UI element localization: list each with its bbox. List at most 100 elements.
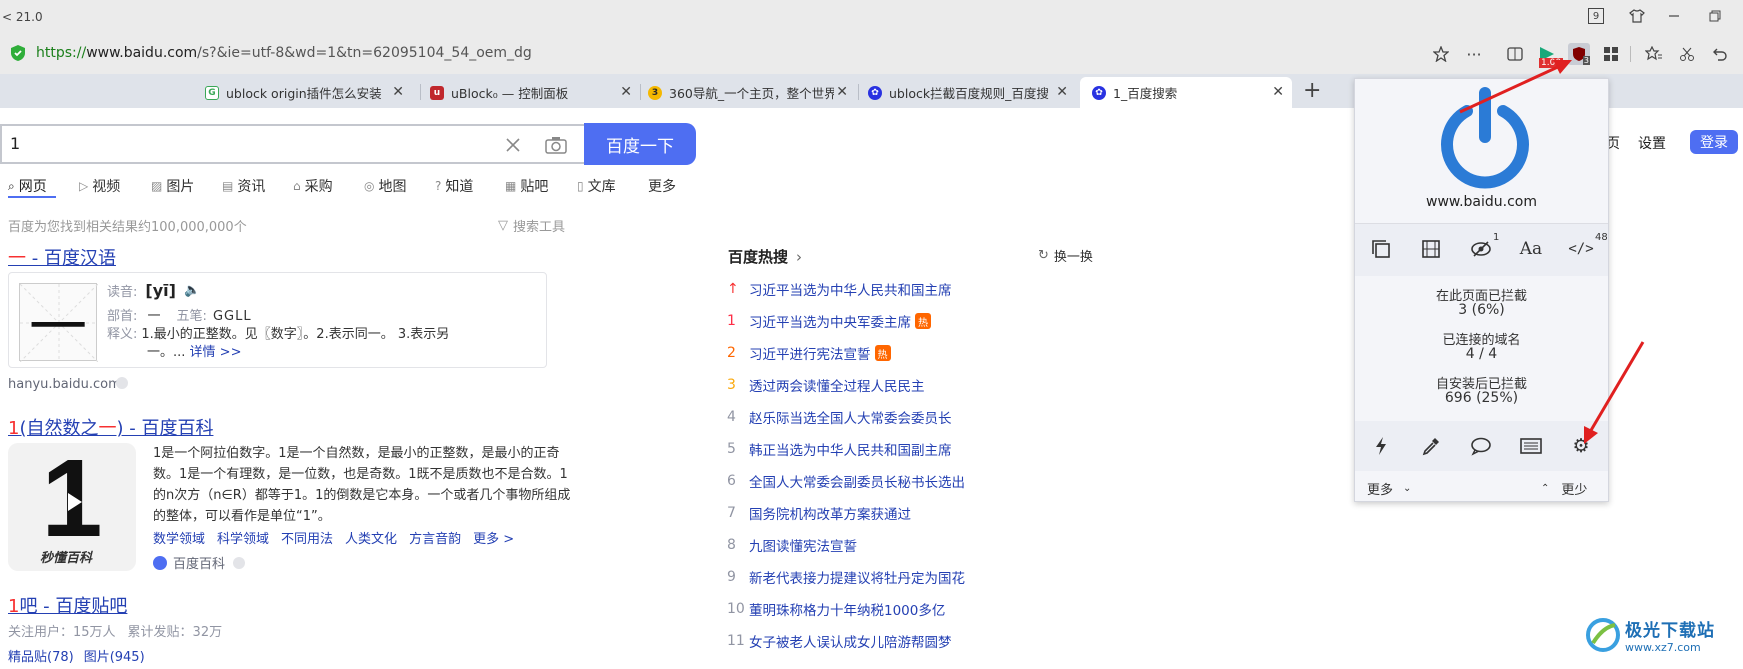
refresh-button[interactable]: ↻ 换一换 (1038, 246, 1093, 265)
scissors-icon[interactable] (1676, 43, 1698, 65)
baike-more-link[interactable]: 更多 > (473, 532, 514, 547)
video-icon: ▷ (79, 179, 89, 193)
address-bar[interactable]: https://www.baidu.com/s?&ie=utf-8&wd=1&t… (0, 34, 1743, 74)
baike-source[interactable]: 百度百科 (153, 553, 246, 572)
hot-item[interactable]: 7 国务院机构改革方案获通过 (727, 503, 911, 523)
nav-tab-more[interactable]: 更多 (648, 176, 676, 196)
bookmark-star-icon[interactable] (1430, 43, 1452, 65)
nav-tab-news[interactable]: ▤ 资讯 (222, 176, 265, 196)
nav-tab-tieba[interactable]: ▦ 贴吧 (505, 176, 548, 196)
hot-item[interactable]: 9 新老代表接力提建议将牡丹定为国花 (727, 567, 965, 587)
tab-ublock-dashboard[interactable]: u uBlock₀ — 控制面板 ✕ (430, 77, 640, 108)
cosmetic-eye-icon[interactable]: 1 (1466, 232, 1499, 264)
more-button[interactable]: 更多 ⌄ (1367, 479, 1411, 498)
hot-item[interactable]: 6 全国人大常委会副委员长秘书长选出 (727, 471, 965, 491)
tab-count-badge[interactable]: 9 (1588, 8, 1604, 24)
search-button[interactable]: 百度一下 (584, 123, 696, 165)
tab-ublock-install[interactable]: Gublock origin插件怎么安装 ✕ (205, 77, 412, 108)
hot-item[interactable]: ↑ 习近平当选为中华人民共和国主席 (727, 279, 952, 299)
font-icon[interactable]: Aa (1516, 234, 1546, 264)
new-tab-button[interactable]: + (1303, 78, 1321, 103)
more-dots-icon[interactable]: ··· (1463, 43, 1485, 65)
baike-link[interactable]: 不同用法 (281, 532, 333, 547)
tieba-stats: 关注用户：15万人 累计发贴：32万 (8, 625, 223, 640)
power-toggle-icon[interactable] (1439, 85, 1531, 189)
apps-grid-icon[interactable] (1600, 43, 1622, 65)
source-badge-icon (116, 377, 128, 389)
tab-baidu-search[interactable]: ✿ 1_百度搜索 ✕ (1080, 77, 1292, 108)
baike-link[interactable]: 科学领域 (217, 532, 269, 547)
result-source[interactable]: hanyu.baidu.com (8, 377, 121, 392)
clear-icon[interactable] (505, 137, 521, 153)
tieba-links: 精品贴(78) 图片(945) (8, 646, 145, 665)
settings-link[interactable]: 设置 (1638, 133, 1666, 153)
tab-ublock-baidu-rules[interactable]: ✿ ublock拦截百度规则_百度搜 ✕ (868, 77, 1076, 108)
result-title-tieba[interactable]: 1吧 - 百度贴吧 (8, 592, 127, 618)
baike-link[interactable]: 人类文化 (345, 532, 397, 547)
hot-item[interactable]: 10 董明珠称格力十年纳税1000多亿 (727, 599, 945, 619)
result-title-baike[interactable]: 1(自然数之一) - 百度百科 (8, 414, 213, 440)
favorites-icon[interactable] (1643, 43, 1665, 65)
details-link[interactable]: 详情 >> (190, 345, 242, 360)
ublock-extension-icon[interactable]: 3 (1568, 43, 1590, 65)
chevron-up-icon: ⌃ (1541, 483, 1550, 494)
extension-flag-icon[interactable]: 1.00 (1536, 43, 1564, 68)
baike-link[interactable]: 方言音韵 (409, 532, 461, 547)
hot-item[interactable]: 5 韩正当选为中华人民共和国副主席 (727, 439, 952, 459)
shirt-icon[interactable] (1626, 6, 1648, 26)
hot-item[interactable]: 3 透过两会读懂全过程人民民主 (727, 375, 925, 395)
close-icon[interactable]: ✕ (836, 84, 848, 100)
search-input[interactable]: 1 (0, 124, 584, 164)
news-icon: ▤ (222, 179, 234, 193)
baike-thumbnail[interactable]: 1 秒懂百科 (8, 443, 136, 571)
close-icon[interactable]: ✕ (1272, 84, 1284, 100)
tieba-link[interactable]: 图片(945) (84, 650, 145, 665)
lightning-icon[interactable] (1366, 431, 1396, 461)
popup-blocker-icon[interactable] (1366, 234, 1396, 264)
nav-tab-images[interactable]: ▨ 图片 (151, 176, 194, 196)
tab-divider (640, 84, 641, 100)
settings-gears-icon[interactable]: ⚙ (1566, 431, 1596, 461)
watermark-logo-icon (1586, 618, 1620, 652)
hot-search-title[interactable]: 百度热搜 › (728, 246, 802, 267)
close-icon[interactable]: ✕ (620, 84, 632, 100)
hot-item[interactable]: 4 赵乐际当选全国人大常委会委员长 (727, 407, 952, 427)
eyedropper-icon[interactable] (1416, 431, 1446, 461)
baike-link[interactable]: 数学领域 (153, 532, 205, 547)
search-tools-button[interactable]: ▽ 搜索工具 (498, 216, 565, 235)
script-code-icon[interactable]: </> 48 (1566, 232, 1607, 264)
hot-item[interactable]: 8 九图读懂宪法宣誓 (727, 535, 857, 555)
nav-tab-web[interactable]: ⌕ 网页 (8, 176, 47, 196)
login-button[interactable]: 登录 (1690, 130, 1738, 154)
undo-icon[interactable] (1708, 43, 1730, 65)
speaker-icon[interactable]: 🔈 (184, 283, 200, 298)
url-text[interactable]: https://www.baidu.com/s?&ie=utf-8&wd=1&t… (36, 45, 532, 61)
watermark: 极光下载站 www.xz7.com (1585, 616, 1715, 654)
restore-icon[interactable] (1704, 6, 1726, 26)
nav-tab-wenku[interactable]: ▯ 文库 (577, 176, 616, 196)
hot-item[interactable]: 2 习近平进行宪法宣誓热 (727, 343, 891, 363)
close-icon[interactable]: ✕ (1056, 84, 1068, 100)
less-button[interactable]: ⌃ 更少 (1541, 479, 1587, 498)
nav-tab-purchase[interactable]: ⌂ 采购 (293, 176, 333, 196)
hot-item[interactable]: 11 女子被老人误认成女儿陪游帮圆梦 (727, 631, 952, 651)
hot-item[interactable]: 1 习近平当选为中央军委主席热 (727, 311, 931, 331)
image-icon: ▨ (151, 179, 163, 193)
result-title-hanyu[interactable]: 一 - 百度汉语 (8, 244, 116, 270)
logger-list-icon[interactable] (1516, 431, 1546, 461)
comment-bubble-icon[interactable] (1466, 431, 1496, 461)
toolbar-divider (1630, 46, 1631, 62)
minimize-icon[interactable] (1663, 6, 1685, 26)
camera-icon[interactable] (545, 135, 567, 155)
question-icon: ? (435, 179, 442, 193)
tieba-link[interactable]: 精品贴(78) (8, 650, 74, 665)
close-icon[interactable]: ✕ (392, 84, 404, 100)
tab-360-nav[interactable]: 3 360导航_一个主页，整个世界 ✕ (648, 77, 856, 108)
nav-tab-zhidao[interactable]: ? 知道 (435, 176, 473, 196)
media-film-icon[interactable] (1416, 234, 1446, 264)
source-badge-icon (233, 556, 246, 569)
hot-badge: 热 (874, 345, 891, 361)
nav-tab-video[interactable]: ▷ 视频 (79, 176, 120, 196)
nav-tab-map[interactable]: ◎ 地图 (364, 176, 406, 196)
reader-icon[interactable] (1504, 43, 1526, 65)
